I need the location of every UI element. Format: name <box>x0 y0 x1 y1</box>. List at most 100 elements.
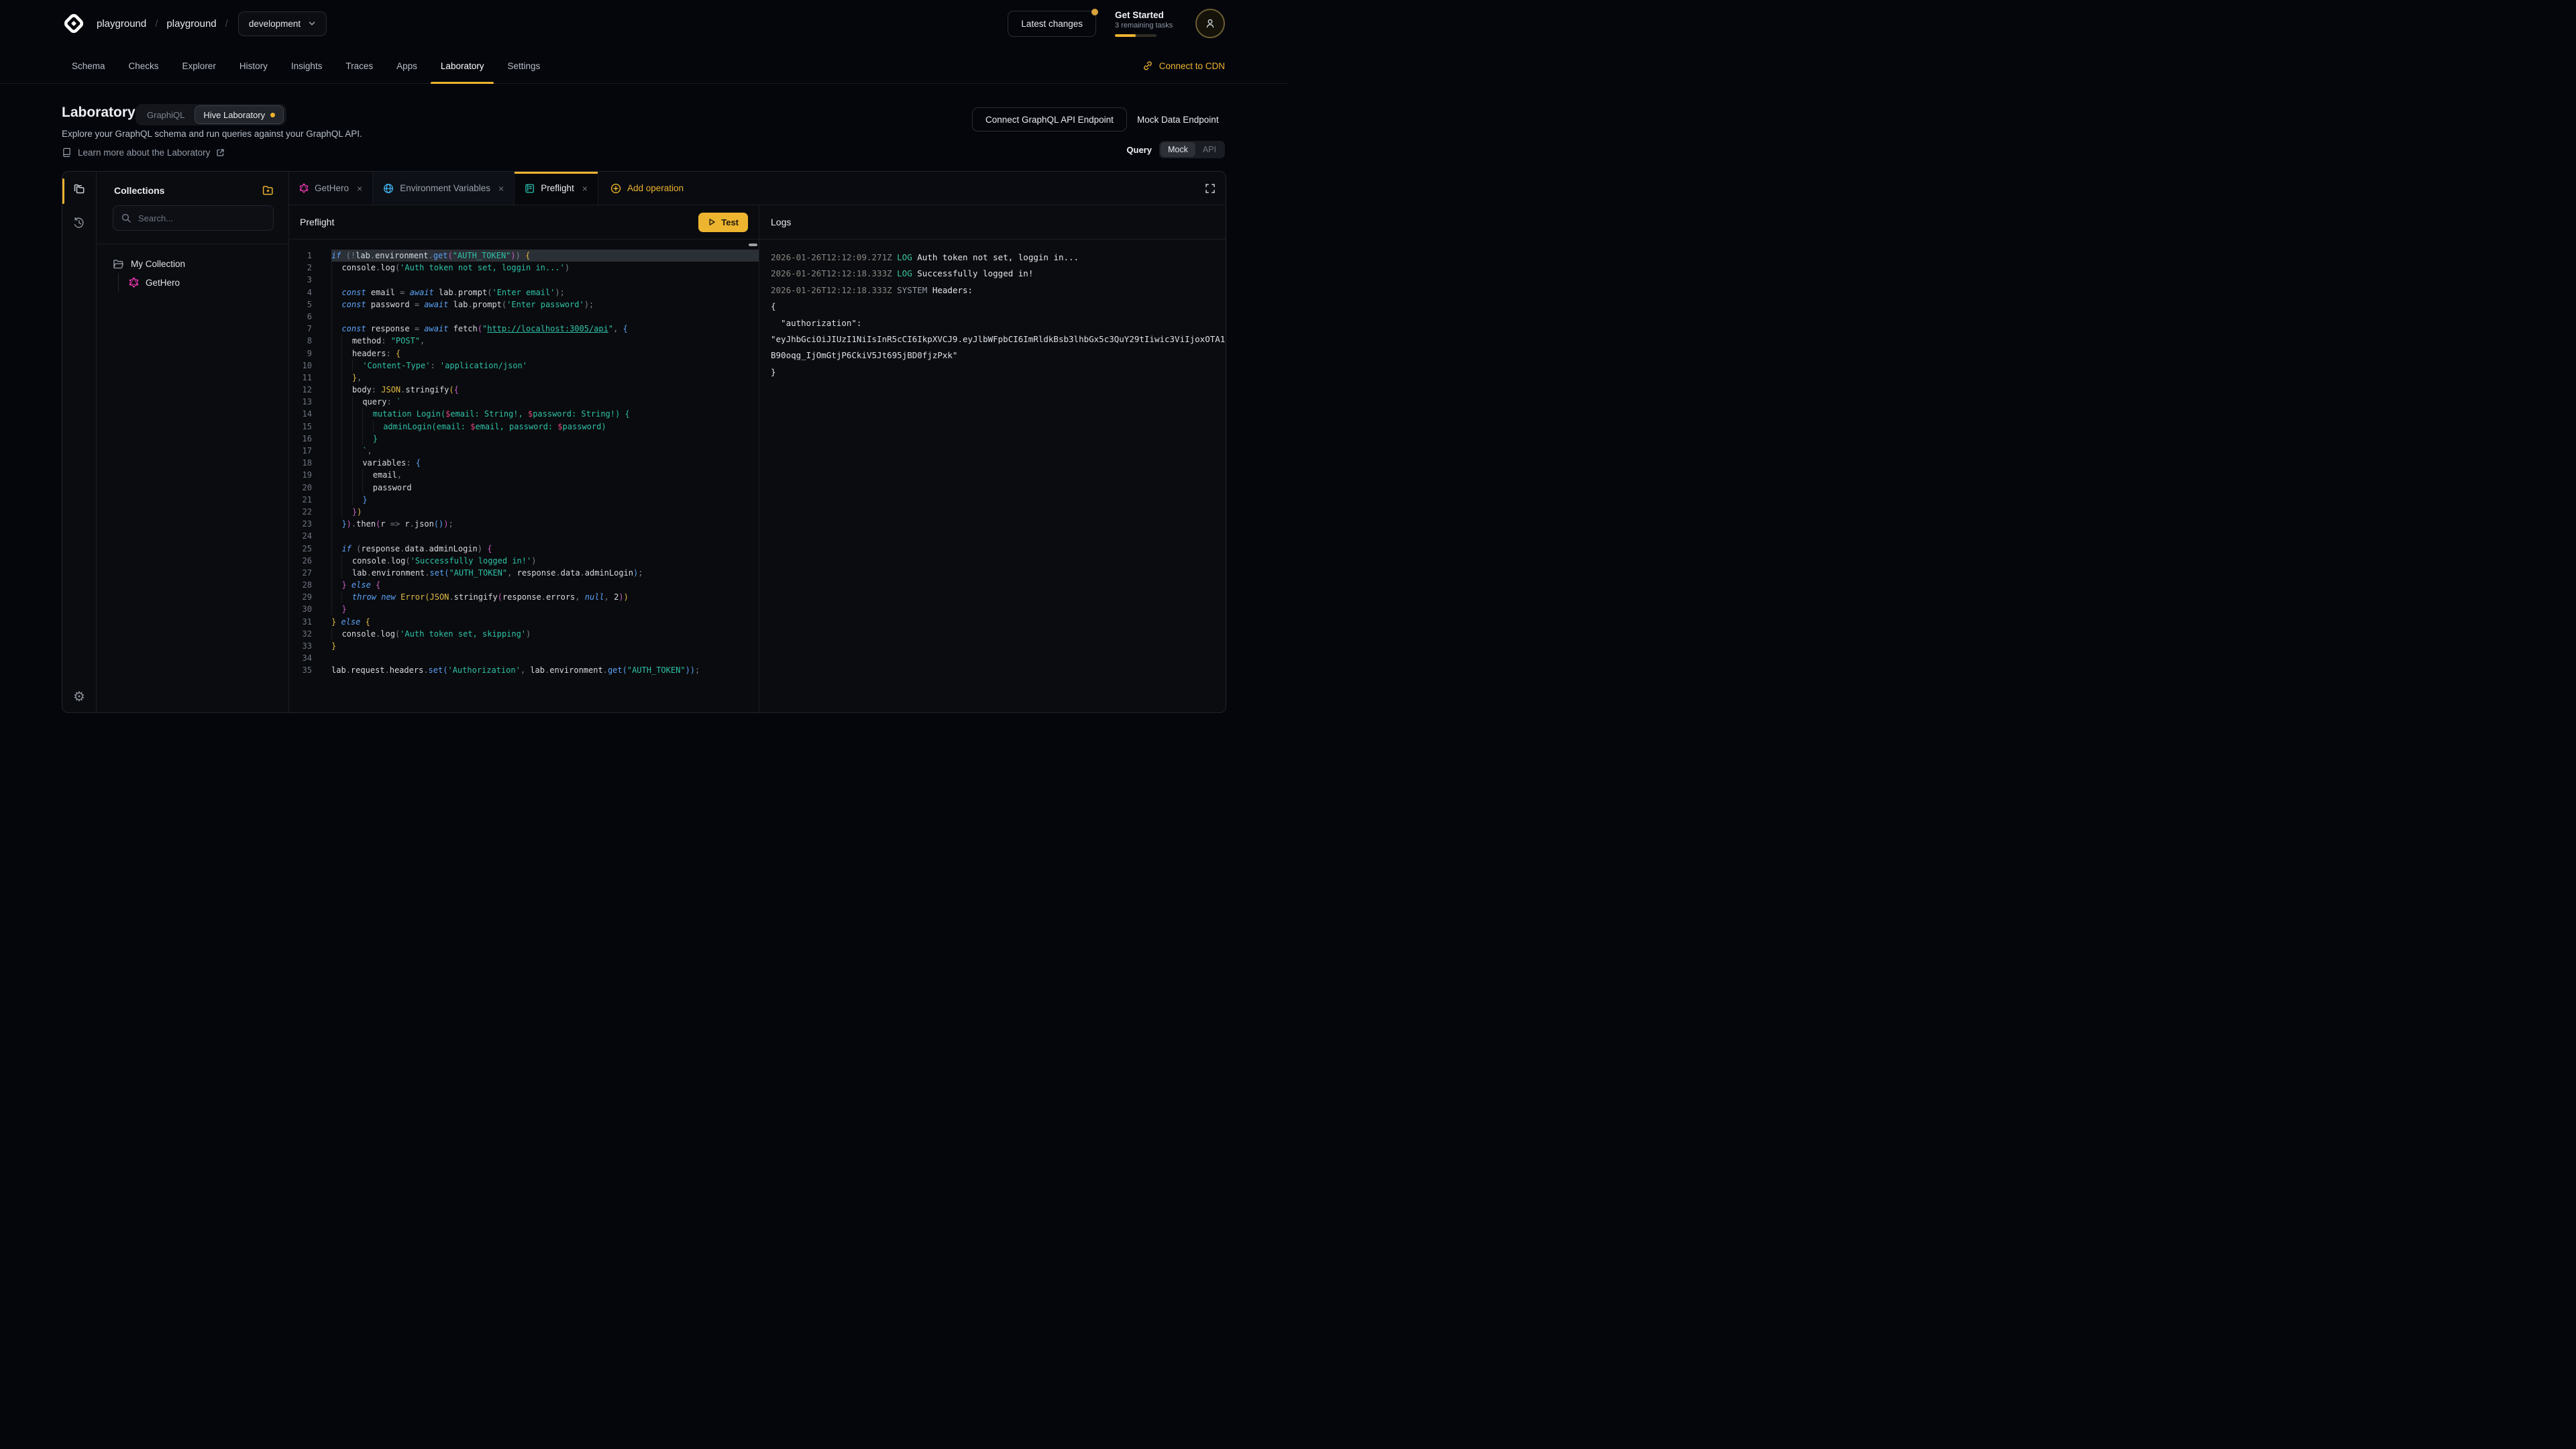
user-avatar[interactable] <box>1195 9 1225 38</box>
nav-item-schema[interactable]: Schema <box>62 48 115 83</box>
code-line[interactable]: 19email, <box>289 469 759 481</box>
nav-item-checks[interactable]: Checks <box>119 48 169 83</box>
code-line[interactable]: 32console.log('Auth token set, skipping'… <box>289 628 759 640</box>
connect-to-cdn-link[interactable]: Connect to CDN <box>1142 60 1225 71</box>
line-number: 7 <box>289 323 312 335</box>
code-line[interactable]: 12body: JSON.stringify({ <box>289 384 759 396</box>
tab-env-vars-label: Environment Variables <box>400 183 490 193</box>
code-line[interactable]: 11}, <box>289 372 759 384</box>
code-line[interactable]: 29throw new Error(JSON.stringify(respons… <box>289 591 759 603</box>
line-number: 20 <box>289 482 312 494</box>
folder-plus-icon <box>262 184 274 196</box>
code-line[interactable]: 1if (!lab.environment.get("AUTH_TOKEN"))… <box>289 250 759 262</box>
code-line[interactable]: 7const response = await fetch("http://lo… <box>289 323 759 335</box>
toggle-hive-laboratory[interactable]: Hive Laboratory <box>195 105 284 124</box>
tab-environment-variables[interactable]: Environment Variables × <box>373 172 515 205</box>
learn-more-label: Learn more about the Laboratory <box>78 148 210 158</box>
nav-item-apps[interactable]: Apps <box>386 48 427 83</box>
code-line[interactable]: 9headers: { <box>289 347 759 360</box>
code-line[interactable]: 21} <box>289 494 759 506</box>
code-line[interactable]: 35lab.request.headers.set('Authorization… <box>289 664 759 676</box>
connect-to-cdn-label: Connect to CDN <box>1159 61 1225 71</box>
code-line[interactable]: 2console.log('Auth token not set, loggin… <box>289 262 759 274</box>
code-line[interactable]: 13query: ` <box>289 396 759 408</box>
line-number: 3 <box>289 274 312 286</box>
learn-more-link[interactable]: Learn more about the Laboratory <box>62 147 225 158</box>
collection-folder-item[interactable]: My Collection <box>113 254 288 273</box>
connect-graphql-api-endpoint-button[interactable]: Connect GraphQL API Endpoint <box>972 107 1127 131</box>
close-icon[interactable]: × <box>582 183 588 194</box>
mock-data-endpoint-button[interactable]: Mock Data Endpoint <box>1133 107 1223 131</box>
nav-item-explorer[interactable]: Explorer <box>172 48 226 83</box>
code-line[interactable]: 5const password = await lab.prompt('Ente… <box>289 299 759 311</box>
segment-api[interactable]: API <box>1195 142 1224 157</box>
close-icon[interactable]: × <box>498 183 504 194</box>
code-line[interactable]: 8method: "POST", <box>289 335 759 347</box>
get-started-subtitle: 3 remaining tasks <box>1115 21 1175 30</box>
get-started-widget[interactable]: Get Started 3 remaining tasks <box>1115 10 1175 37</box>
code-line[interactable]: 4const email = await lab.prompt('Enter e… <box>289 286 759 299</box>
target-selector-dropdown[interactable]: development <box>238 11 327 36</box>
add-operation-label: Add operation <box>627 183 684 193</box>
collections-search[interactable] <box>113 205 274 231</box>
code-line[interactable]: 24 <box>289 530 759 542</box>
code-line[interactable]: 34 <box>289 652 759 664</box>
book-icon <box>62 147 72 158</box>
code-line[interactable]: 3 <box>289 274 759 286</box>
code-line[interactable]: 22}) <box>289 506 759 518</box>
nav-item-laboratory[interactable]: Laboratory <box>431 48 494 83</box>
log-raw-line: } <box>771 364 1226 380</box>
code-line[interactable]: 14mutation Login($email: String!, $passw… <box>289 408 759 420</box>
query-target-switch: Query Mock API <box>1126 141 1225 158</box>
code-line[interactable]: 33} <box>289 640 759 652</box>
code-line[interactable]: 27lab.environment.set("AUTH_TOKEN", resp… <box>289 567 759 579</box>
editor-scrollbar-thumb[interactable] <box>749 244 757 246</box>
mock-api-segmented-control: Mock API <box>1159 141 1225 158</box>
test-button[interactable]: Test <box>698 213 748 232</box>
code-line[interactable]: 18variables: { <box>289 457 759 469</box>
segment-mock[interactable]: Mock <box>1161 142 1195 157</box>
nav-item-insights[interactable]: Insights <box>281 48 333 83</box>
close-icon[interactable]: × <box>357 183 362 194</box>
code-line[interactable]: 25if (response.data.adminLogin) { <box>289 543 759 555</box>
code-line[interactable]: 17`, <box>289 445 759 457</box>
log-entry: 2026-01-26T12:12:18.333Z SYSTEM Headers: <box>771 282 1226 299</box>
code-line[interactable]: 6 <box>289 311 759 323</box>
code-line[interactable]: 10'Content-Type': 'application/json' <box>289 360 759 372</box>
code-line[interactable]: 16} <box>289 433 759 445</box>
latest-changes-button[interactable]: Latest changes <box>1008 11 1096 37</box>
logs-panel-header: Logs <box>759 205 1226 239</box>
tab-preflight[interactable]: Preflight × <box>515 172 598 205</box>
breadcrumb-project[interactable]: playground <box>166 18 216 30</box>
code-line[interactable]: 26console.log('Successfully logged in!') <box>289 555 759 567</box>
line-number: 5 <box>289 299 312 311</box>
code-line[interactable]: 15adminLogin(email: $email, password: $p… <box>289 421 759 433</box>
history-rail-button[interactable] <box>62 216 96 229</box>
add-operation-button[interactable]: Add operation <box>598 172 696 205</box>
nav-item-settings[interactable]: Settings <box>497 48 550 83</box>
code-line[interactable]: 23}).then(r => r.json()); <box>289 518 759 530</box>
operation-item-gethero[interactable]: GetHero <box>118 273 288 292</box>
code-line[interactable]: 20password <box>289 482 759 494</box>
preflight-code-editor[interactable]: 1if (!lab.environment.get("AUTH_TOKEN"))… <box>289 239 759 712</box>
toggle-graphiql[interactable]: GraphiQL <box>138 110 193 120</box>
hive-logo-icon[interactable] <box>62 11 86 36</box>
line-number: 27 <box>289 567 312 579</box>
code-line[interactable]: 28} else { <box>289 579 759 591</box>
settings-rail-button[interactable]: ⚙ <box>62 690 96 704</box>
breadcrumb-org[interactable]: playground <box>97 18 146 30</box>
code-line[interactable]: 30} <box>289 603 759 615</box>
nav-item-history[interactable]: History <box>229 48 278 83</box>
search-input[interactable] <box>137 213 265 224</box>
line-number: 31 <box>289 616 312 628</box>
fullscreen-button[interactable] <box>1205 172 1216 205</box>
line-number: 8 <box>289 335 312 347</box>
link-icon <box>1142 60 1153 71</box>
line-number: 18 <box>289 457 312 469</box>
nav-item-traces[interactable]: Traces <box>335 48 383 83</box>
tab-gethero[interactable]: GetHero × <box>289 172 373 205</box>
graphql-icon <box>129 277 139 288</box>
code-line[interactable]: 31} else { <box>289 616 759 628</box>
new-collection-button[interactable] <box>262 184 274 196</box>
collections-rail-button[interactable] <box>62 182 96 196</box>
